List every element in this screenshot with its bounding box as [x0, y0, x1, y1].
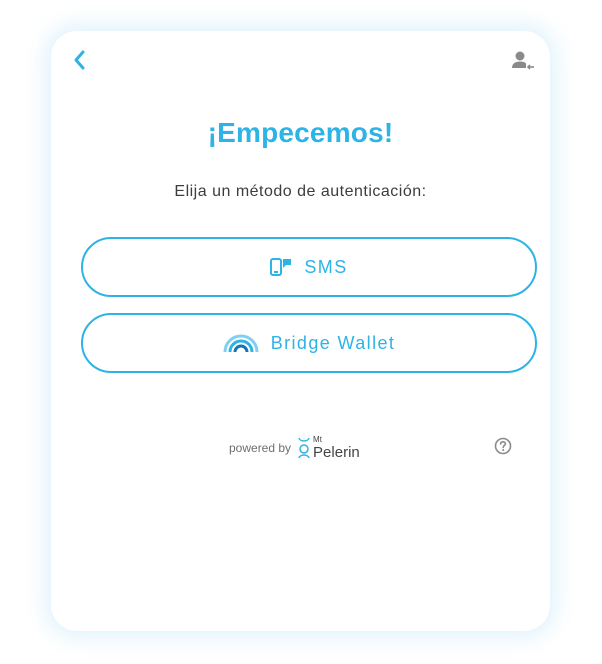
help-button[interactable]: [493, 436, 513, 456]
page-title: ¡Empecemos!: [207, 117, 394, 148]
mt-pelerin-mark-icon: [298, 437, 310, 459]
user-switch-icon: [512, 51, 534, 70]
powered-by[interactable]: powered by Mt Pelerin: [229, 436, 360, 461]
bridge-wallet-method-button[interactable]: Bridge Wallet: [81, 313, 537, 373]
sms-method-label: SMS: [304, 256, 348, 277]
powered-by-text: powered by: [229, 441, 292, 455]
sms-method-button[interactable]: SMS: [81, 237, 537, 297]
brand-small-text: Mt: [313, 435, 322, 444]
account-button[interactable]: [510, 49, 536, 73]
question-circle-icon: [494, 437, 512, 455]
sms-phone-icon: [270, 257, 292, 277]
bridge-wallet-method-label: Bridge Wallet: [270, 332, 396, 353]
back-button[interactable]: [67, 48, 91, 72]
mt-pelerin-logo: Mt Pelerin: [297, 436, 360, 460]
auth-method-prompt: Elija un método de autenticación:: [174, 183, 427, 200]
auth-card: ¡Empecemos! Elija un método de autentica…: [51, 31, 550, 631]
chevron-left-icon: [74, 50, 85, 70]
bridge-wallet-icon: [223, 333, 259, 353]
brand-name-text: Pelerin: [313, 444, 360, 461]
